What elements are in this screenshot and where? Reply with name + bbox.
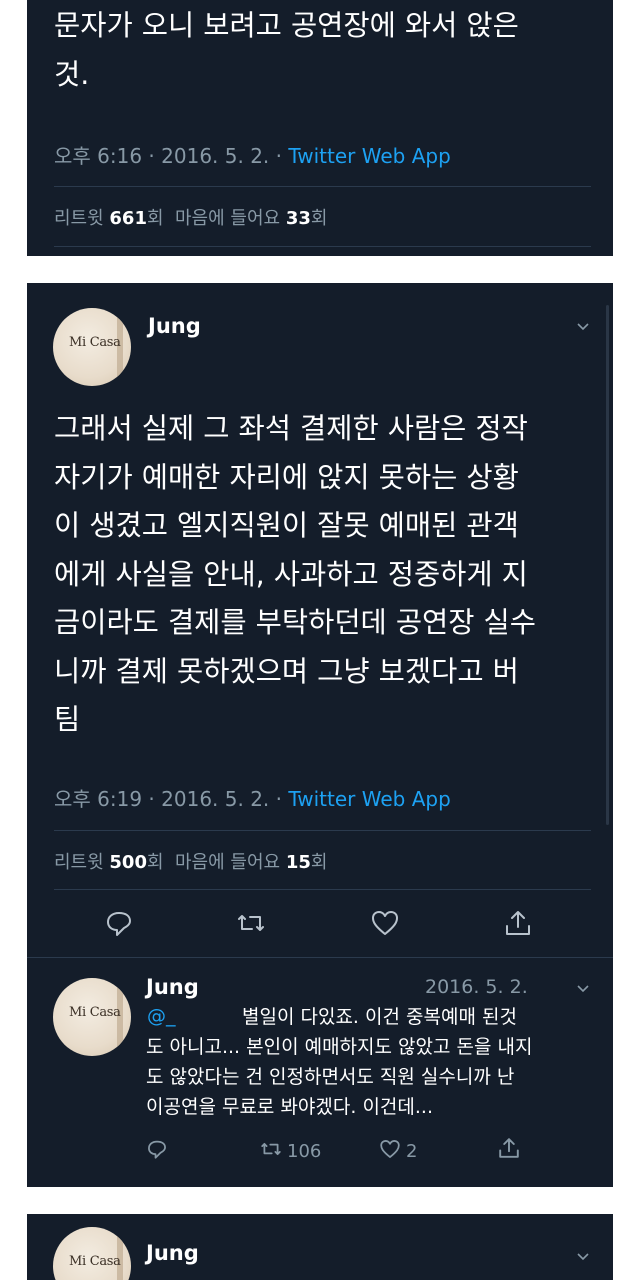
source-link[interactable]: Twitter Web App: [288, 144, 450, 168]
tweet-card-2: Mi Casa Jung 그래서 실제 그 좌석 결제한 사람은 정작 자기가 …: [27, 283, 613, 1187]
reply-line-2: 도 아니고... 본인이 예매하지도 않았고 돈을 내지: [146, 1036, 533, 1058]
like-count[interactable]: 33: [286, 208, 311, 229]
reply-retweet-count: 106: [287, 1141, 322, 1162]
tweet-timestamp: 오후 6:19 · 2016. 5. 2. · Twitter Web App: [54, 783, 451, 812]
retweet-label[interactable]: 리트윗: [54, 208, 109, 229]
reply-line-4: 이공연을 무료로 봐야겠다. 이건데...: [146, 1096, 433, 1118]
like-icon[interactable]: [370, 908, 400, 938]
retweet-label[interactable]: 리트윗: [54, 852, 109, 873]
author-name[interactable]: Jung: [148, 314, 201, 338]
tweet-actions: [27, 908, 613, 942]
chevron-down-icon[interactable]: [577, 983, 589, 995]
source-link[interactable]: Twitter Web App: [288, 787, 450, 811]
like-suffix: 회: [310, 208, 328, 229]
avatar-logo: Mi Casa: [69, 1005, 121, 1020]
scrollbar[interactable]: [606, 305, 609, 825]
author-name[interactable]: Jung: [146, 1241, 199, 1265]
chevron-down-icon[interactable]: [577, 1251, 589, 1263]
reply-icon[interactable]: [104, 908, 134, 938]
avatar[interactable]: Mi Casa: [53, 1227, 131, 1280]
reply-line-3: 도 않았다는 건 인정하면서도 직원 실수니까 난: [146, 1066, 515, 1088]
share-icon[interactable]: [503, 908, 533, 938]
reply-reply-action[interactable]: [146, 1138, 168, 1165]
retweet-count[interactable]: 500: [109, 852, 147, 873]
timestamp-text[interactable]: 오후 6:16 · 2016. 5. 2. ·: [54, 144, 288, 168]
divider: [54, 246, 591, 247]
tweet-text: 문자가 오니 보려고 공연장에 와서 앉은 것.: [54, 9, 519, 91]
timestamp-text[interactable]: 오후 6:19 · 2016. 5. 2. ·: [54, 787, 288, 811]
reply-date[interactable]: 2016. 5. 2.: [425, 976, 528, 998]
like-icon[interactable]: [378, 1138, 402, 1165]
retweet-suffix: 회: [146, 208, 164, 229]
reply-text: 별일이 다있죠. 이건 중복예매 된것 도 아니고... 본인이 예매하지도 않…: [146, 1002, 586, 1122]
like-count[interactable]: 15: [286, 852, 311, 873]
avatar[interactable]: Mi Casa: [53, 308, 131, 386]
avatar-logo: Mi Casa: [69, 335, 121, 350]
retweet-icon[interactable]: [236, 908, 266, 938]
reply-retweet-action[interactable]: 106: [259, 1138, 321, 1165]
divider: [54, 889, 591, 890]
reply-avatar[interactable]: Mi Casa: [53, 978, 131, 1056]
retweet-icon[interactable]: [259, 1138, 283, 1165]
tweet-stats: 리트윗 661회 마음에 들어요 33회: [54, 204, 327, 230]
like-suffix: 회: [310, 852, 328, 873]
reply-icon[interactable]: [146, 1138, 168, 1165]
retweet-count[interactable]: 661: [109, 208, 147, 229]
tweet-timestamp: 오후 6:16 · 2016. 5. 2. · Twitter Web App: [54, 140, 451, 169]
reply-line-1: 별일이 다있죠. 이건 중복예매 된것: [242, 1006, 517, 1028]
reply-author-name[interactable]: Jung: [146, 975, 199, 999]
tweet-card-3: Mi Casa Jung: [27, 1214, 613, 1280]
tweet-text: 그래서 실제 그 좌석 결제한 사람은 정작 자기가 예매한 자리에 앉지 못하…: [54, 412, 536, 736]
share-icon[interactable]: [497, 1136, 521, 1165]
divider: [54, 186, 591, 187]
tweet-stats: 리트윗 500회 마음에 들어요 15회: [54, 848, 327, 874]
tweet-card-1: 문자가 오니 보려고 공연장에 와서 앉은 것. 오후 6:16 · 2016.…: [27, 0, 613, 256]
divider: [27, 957, 613, 958]
like-label[interactable]: 마음에 들어요: [175, 208, 286, 229]
divider: [54, 830, 591, 831]
reply-like-action[interactable]: 2: [378, 1138, 417, 1165]
chevron-down-icon[interactable]: [577, 321, 589, 333]
reply-like-count: 2: [406, 1141, 418, 1162]
retweet-suffix: 회: [146, 852, 164, 873]
like-label[interactable]: 마음에 들어요: [175, 852, 286, 873]
avatar-logo: Mi Casa: [69, 1254, 121, 1269]
reply-share-action[interactable]: [497, 1136, 521, 1165]
reply-line: 별일이 다있죠. 이건 중복예매 된것: [146, 1002, 586, 1032]
